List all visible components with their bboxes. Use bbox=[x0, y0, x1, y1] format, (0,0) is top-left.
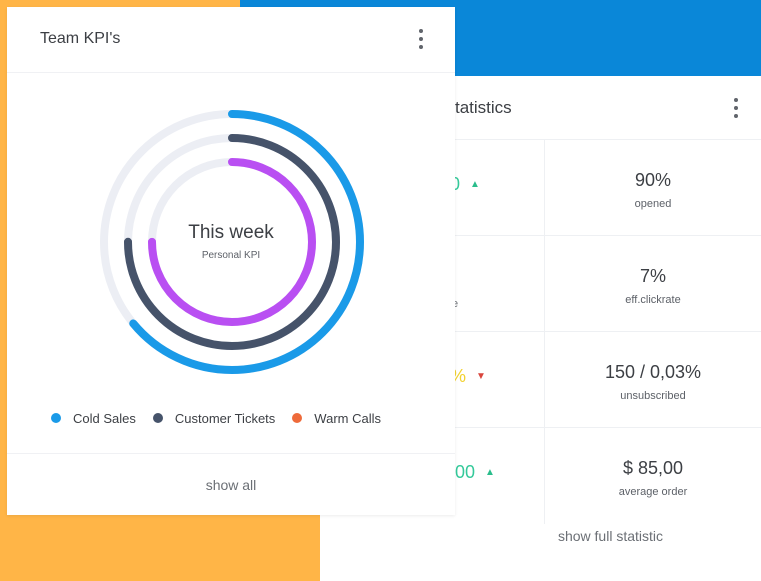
show-full-statistic-link[interactable]: show full statistic bbox=[420, 528, 761, 544]
trend-up-icon: ▲ bbox=[485, 467, 495, 478]
legend-item-warm-calls[interactable]: Warm Calls bbox=[292, 411, 381, 426]
stat-row: 1%▼ l 150 / 0,03% unsubscribed bbox=[420, 332, 761, 428]
legend-item-cold-sales[interactable]: Cold Sales bbox=[51, 411, 136, 426]
stat-clickrate-value: 7% bbox=[639, 266, 666, 286]
statistics-card: tatistics 00▲ 90% opened e bbox=[420, 76, 761, 581]
stat-right-cell: $ 85,00 average order bbox=[545, 428, 761, 524]
team-kpi-card-header: Team KPI's bbox=[7, 7, 455, 73]
stat-unsubscribed-label: unsubscribed bbox=[620, 390, 686, 402]
ring-center-subtitle: Personal KPI bbox=[201, 250, 261, 261]
legend-dot-icon bbox=[51, 413, 61, 423]
trend-down-icon: ▼ bbox=[476, 371, 486, 382]
legend-item-customer-tickets[interactable]: Customer Tickets bbox=[152, 410, 276, 426]
ring-center-title: This week bbox=[188, 222, 274, 243]
more-vertical-icon[interactable] bbox=[411, 27, 431, 51]
stat-clickrate-label: eff.clickrate bbox=[625, 294, 681, 306]
show-all-link[interactable]: show all bbox=[7, 477, 455, 493]
orange-background-bottom bbox=[0, 505, 320, 581]
more-vertical-icon[interactable] bbox=[726, 96, 746, 120]
stat-right-cell: 150 / 0,03% unsubscribed bbox=[545, 332, 761, 428]
stat-row: 0,00 ▲ $ 85,00 average order bbox=[420, 428, 761, 524]
trend-up-icon: ▲ bbox=[470, 179, 480, 190]
stat-average-order-value: $ 85,00 bbox=[622, 458, 684, 478]
legend-label: Warm Calls bbox=[314, 410, 381, 426]
legend-dot-icon bbox=[292, 413, 303, 423]
legend-dot-icon bbox=[152, 413, 163, 423]
legend-label: Cold Sales bbox=[73, 410, 136, 426]
chart-legend: Cold Sales Customer Tickets Warm Calls bbox=[51, 410, 398, 426]
statistics-card-header: tatistics bbox=[420, 76, 761, 140]
stat-right-cell: 7% eff.clickrate bbox=[545, 236, 761, 332]
stat-row: e 7% eff.clickrate bbox=[420, 236, 761, 332]
stat-opened-value: 90% bbox=[634, 170, 672, 190]
stat-right-cell: 90% opened bbox=[545, 140, 761, 236]
stat-average-order-label: average order bbox=[618, 486, 688, 498]
team-kpi-card: Team KPI's This week Personal KPI Cold S… bbox=[7, 7, 455, 515]
stat-row: 00▲ 90% opened bbox=[420, 140, 761, 236]
stat-unsubscribed-value: 150 / 0,03% bbox=[604, 362, 702, 382]
team-kpi-card-title: Team KPI's bbox=[40, 30, 121, 47]
stat-opened-label: opened bbox=[634, 198, 672, 210]
statistics-card-title: tatistics bbox=[455, 98, 512, 117]
team-kpi-card-footer: show all bbox=[7, 453, 455, 515]
legend-label: Customer Tickets bbox=[174, 410, 276, 426]
